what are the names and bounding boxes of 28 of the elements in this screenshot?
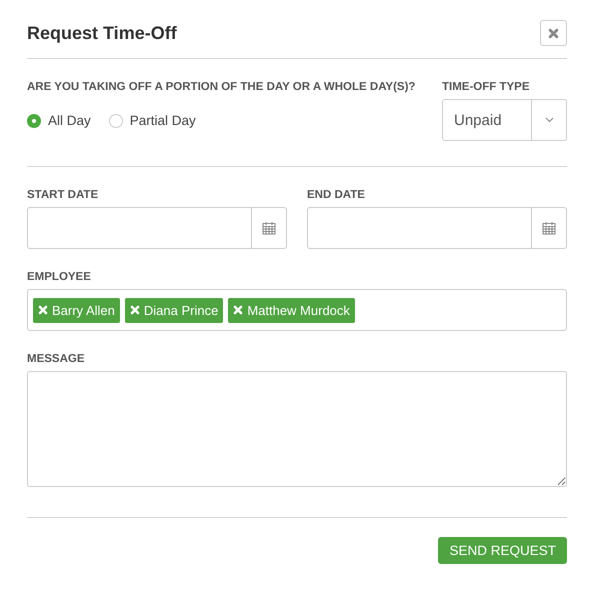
field-label: TIME-OFF TYPE [442,81,531,93]
employee-tag[interactable]: Matthew Murdock [228,298,355,322]
employee-tag[interactable]: Diana Prince [124,298,224,322]
send-button[interactable]: SEND REQUEST [438,537,567,564]
field-label: ARE YOU TAKING OFF A PORTION OF THE DAY OR A WHOLE DAY(S)? [27,81,416,93]
remove-icon [233,305,244,315]
type-dropdown[interactable]: Unpaid [442,99,567,141]
date-field[interactable] [27,207,252,249]
field-label: EMPLOYEE [27,271,92,283]
close-button[interactable] [540,20,567,46]
calendar-button[interactable] [532,207,567,249]
remove-icon [130,305,140,315]
remove-icon [38,305,48,315]
field-label: MESSAGE [27,353,86,365]
employee-tag[interactable]: Barry Allen [33,298,120,322]
radio-option[interactable]: All Day [27,113,91,128]
dialog-title: Request Time-Off [27,22,177,44]
caret-icon [544,117,554,123]
radio-option[interactable]: Partial Day [108,113,196,128]
message-field[interactable] [27,371,567,487]
calendar-button[interactable] [252,207,287,249]
date-field[interactable] [307,207,532,249]
calendar-icon [262,221,276,235]
field-label: END DATE [307,189,366,201]
employee-field[interactable]: Barry Allen Diana Prince Matthew Murdock [27,289,567,331]
close-icon [548,28,559,38]
calendar-icon [542,221,556,235]
field-label: START DATE [27,189,100,201]
